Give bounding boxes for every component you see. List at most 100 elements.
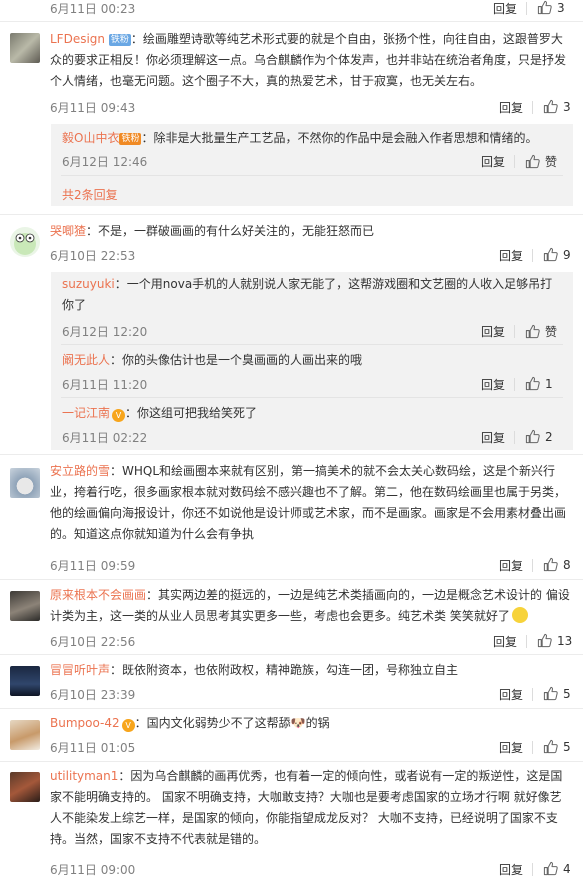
comment-text: 哭唧猹：不是，一群破画画的有什么好关注的，无能狂怒而已 (50, 221, 572, 242)
divider (514, 325, 515, 338)
avatar[interactable] (10, 227, 40, 257)
like-count: 5 (563, 686, 571, 701)
like-count: 3 (557, 0, 565, 15)
thumbs-up-icon (543, 557, 558, 572)
comment-body: ：WHQL和绘画圈本来就有区别，第一搞美术的就不会太关心数码绘，这是个新兴行业，… (50, 464, 567, 541)
like-button[interactable]: 2 (525, 429, 553, 444)
comment-time: 6月10日 23:39 (50, 688, 136, 702)
like-button[interactable]: 1 (525, 376, 553, 391)
like-button[interactable]: 赞 (525, 323, 557, 340)
avatar[interactable] (10, 720, 40, 750)
like-count: 13 (557, 633, 573, 648)
reply-button[interactable]: 回复 (499, 686, 523, 703)
reply-time: 6月12日 12:20 (62, 325, 148, 339)
like-count: 5 (563, 739, 571, 754)
avatar[interactable] (10, 772, 40, 802)
comment-text: 安立路的雪：WHQL和绘画圈本来就有区别，第一搞美术的就不会太关心数码绘，这是个… (50, 461, 572, 545)
reply-body: ：除非是大批量生产工艺品，不然你的作品中是会融入作者思想和情绪的。 (141, 131, 538, 145)
divider (532, 101, 533, 114)
comment-body: ：国内文化弱势少不了这帮舔🐶的锅 (134, 716, 330, 730)
comment-body: ：因为乌合麒麟的画再优秀，也有着一定的倾向性，或者说有一定的叛逆性，这是国家不能… (50, 769, 563, 846)
like-count: 8 (563, 557, 571, 572)
reply-button[interactable]: 回复 (481, 429, 505, 446)
username[interactable]: 原来根本不会画画 (50, 588, 146, 602)
divider (0, 214, 583, 215)
comment-text: 原来根本不会画画：其实两边差的挺远的，一边是纯艺术类插画向的，一边是概念艺术设计… (50, 585, 572, 627)
thumbs-up-icon (525, 324, 540, 339)
divider (61, 175, 563, 176)
thumbs-up-icon (525, 376, 540, 391)
username[interactable]: 哭唧猹 (50, 224, 86, 238)
divider (532, 559, 533, 572)
username[interactable]: suzuyuki (62, 277, 115, 291)
comment-time: 6月10日 22:56 (50, 635, 136, 649)
reply-thread: 毅O山中衣 铁粉 ：除非是大批量生产工艺品，不然你的作品中是会融入作者思想和情绪的。… (51, 124, 573, 206)
like-button[interactable]: 3 (543, 99, 571, 114)
divider (0, 761, 583, 762)
divider (0, 21, 583, 22)
like-button[interactable]: 8 (543, 557, 571, 572)
username[interactable]: Bumpoo-42 (50, 716, 120, 730)
more-replies-link[interactable]: 共2条回复 (62, 186, 118, 203)
divider (532, 688, 533, 701)
reply-button[interactable]: 回复 (493, 0, 517, 17)
reply-body: ：一个用nova手机的人就别说人家无能了，这帮游戏圈和文艺圈的人收入足够吊打你了 (62, 277, 553, 312)
vip-icon: V (112, 409, 126, 422)
thumbs-up-icon (543, 686, 558, 701)
like-button[interactable]: 3 (537, 0, 565, 15)
avatar[interactable] (10, 666, 40, 696)
reply-button[interactable]: 回复 (481, 153, 505, 170)
reply-button[interactable]: 回复 (493, 633, 517, 650)
like-count: 1 (545, 376, 553, 391)
reply-button[interactable]: 回复 (481, 376, 505, 393)
reply-button[interactable]: 回复 (499, 99, 523, 116)
comment-text: Bumpoo-42 V ：国内文化弱势少不了这帮舔🐶的锅 (50, 713, 572, 734)
comment-text: LFDesign 铁粉 ：绘画雕塑诗歌等纯艺术形式要的就是个自由，张扬个性，向往自… (50, 29, 572, 92)
divider (532, 863, 533, 876)
divider (0, 708, 583, 709)
thumbs-up-icon (537, 0, 552, 15)
username[interactable]: 阚无此人 (62, 353, 110, 367)
username[interactable]: utilityman1 (50, 769, 118, 783)
vip-icon: V (121, 719, 135, 732)
reply-body: ：你这组可把我给笑死了 (125, 406, 258, 420)
thumbs-up-icon (537, 633, 552, 648)
comment-text: utilityman1：因为乌合麒麟的画再优秀，也有着一定的倾向性，或者说有一定… (50, 766, 572, 850)
comment-time: 6月11日 00:23 (50, 2, 136, 16)
comment-body: ：既依附资本，也依附政权，精神跪族，勾连一团，号称独立自主 (110, 663, 459, 677)
username[interactable]: 安立路的雪 (50, 464, 110, 478)
avatar[interactable] (10, 591, 40, 621)
username[interactable]: 毅O山中衣 (62, 131, 119, 145)
like-count: 9 (563, 247, 571, 262)
like-label: 赞 (545, 325, 558, 339)
smile-emoji-icon (511, 607, 528, 623)
like-button[interactable]: 赞 (525, 153, 557, 170)
reply-time: 6月11日 11:20 (62, 378, 148, 392)
divider (0, 454, 583, 455)
reply-text: 毅O山中衣 铁粉 ：除非是大批量生产工艺品，不然你的作品中是会融入作者思想和情绪的。 (62, 128, 562, 149)
like-button[interactable]: 9 (543, 247, 571, 262)
reply-button[interactable]: 回复 (499, 557, 523, 574)
reply-button[interactable]: 回复 (499, 247, 523, 264)
reply-button[interactable]: 回复 (481, 323, 505, 340)
username[interactable]: 冒冒听叶声 (50, 663, 110, 677)
like-count: 2 (545, 429, 553, 444)
like-count: 3 (563, 99, 571, 114)
comment-time: 6月11日 01:05 (50, 741, 136, 755)
avatar[interactable] (10, 33, 40, 63)
divider (526, 2, 527, 15)
reply-body: ：你的头像估计也是一个臭画画的人画出来的哦 (110, 353, 363, 367)
divider (532, 249, 533, 262)
reply-button[interactable]: 回复 (499, 739, 523, 756)
username[interactable]: LFDesign (50, 32, 105, 46)
avatar[interactable] (10, 468, 40, 498)
username[interactable]: 一记江南 (62, 406, 110, 420)
like-button[interactable]: 13 (537, 633, 572, 648)
like-button[interactable]: 5 (543, 739, 571, 754)
reply-text: 阚无此人：你的头像估计也是一个臭画画的人画出来的哦 (62, 350, 562, 371)
reply-text: 一记江南 V ：你这组可把我给笑死了 (62, 403, 562, 424)
reply-button[interactable]: 回复 (499, 861, 523, 878)
divider (514, 155, 515, 168)
like-button[interactable]: 5 (543, 686, 571, 701)
divider (61, 344, 563, 345)
